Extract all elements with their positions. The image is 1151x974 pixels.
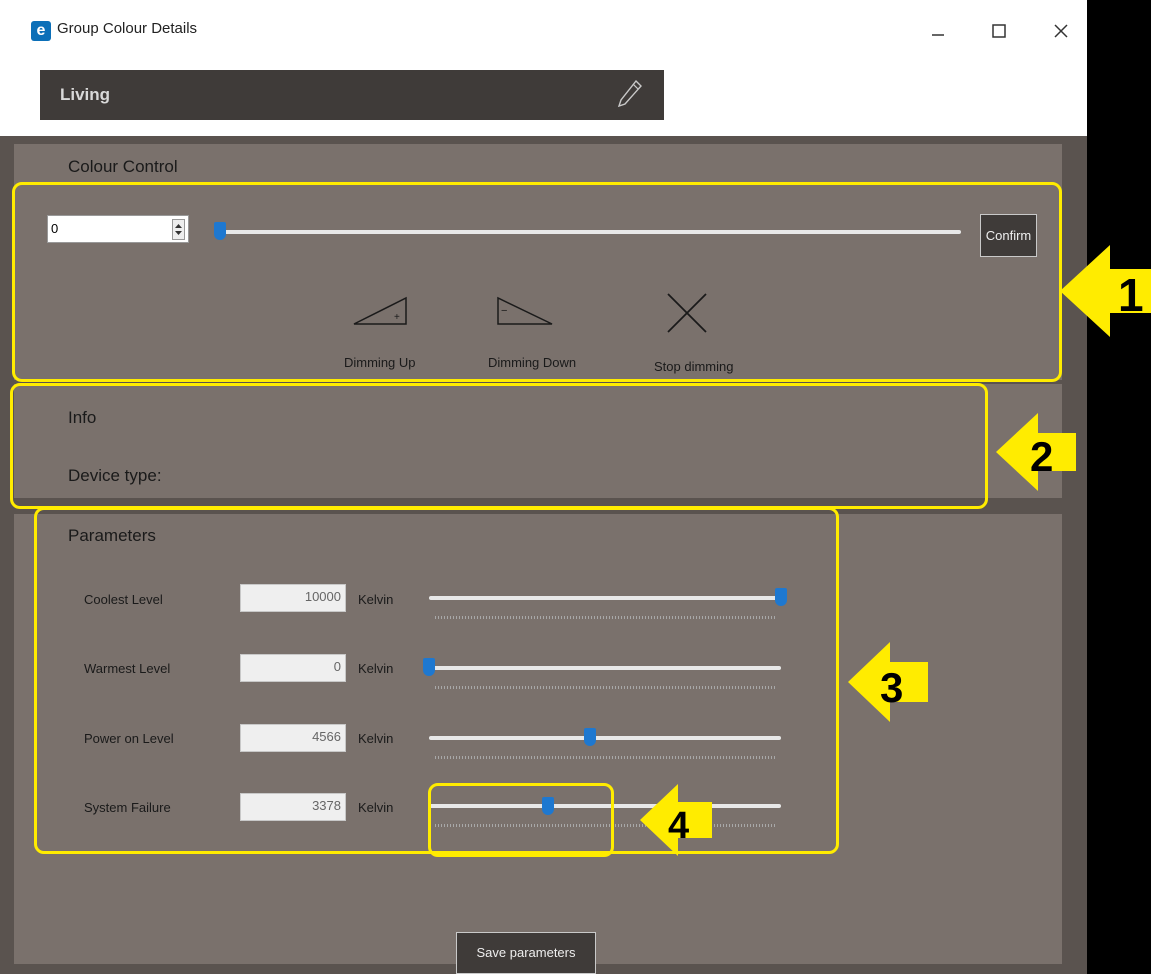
annotation-arrow-2: 2	[996, 413, 1076, 491]
maximize-button[interactable]	[979, 14, 1019, 48]
annotation-number: 4	[668, 805, 689, 847]
colour-control-title: Colour Control	[68, 157, 178, 176]
annotation-box-4	[428, 783, 614, 857]
close-button[interactable]	[1041, 14, 1081, 48]
close-icon	[1054, 24, 1068, 38]
title-bar: e Group Colour Details	[0, 0, 1087, 62]
app-icon: e	[31, 21, 51, 41]
annotation-arrow-1: 1	[1060, 245, 1151, 337]
annotation-number: 2	[1030, 433, 1053, 480]
annotation-box-2	[10, 383, 988, 509]
annotation-number: 1	[1118, 269, 1144, 321]
save-parameters-button[interactable]: Save parameters	[456, 932, 596, 974]
maximize-icon	[992, 24, 1006, 38]
minimize-button[interactable]	[918, 14, 958, 48]
group-name: Living	[60, 85, 111, 104]
group-name-bar[interactable]: Living	[40, 70, 664, 120]
pencil-icon[interactable]	[616, 78, 644, 110]
window-title: Group Colour Details	[57, 20, 198, 37]
minimize-icon	[932, 34, 944, 36]
annotation-box-1	[12, 182, 1062, 382]
annotation-number: 3	[880, 664, 903, 711]
annotation-arrow-4: 4	[640, 784, 712, 856]
annotation-arrow-3: 3	[848, 642, 928, 722]
